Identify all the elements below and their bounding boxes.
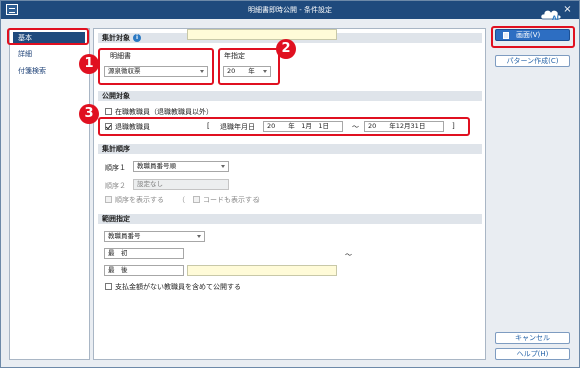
callout-badge-2: 2 — [276, 39, 296, 59]
section-aggregation-title: 集計対象 — [102, 34, 130, 42]
range-first-label: 最 初 — [108, 249, 128, 257]
window-title: 明細書即時公開 - 条件設定 — [248, 6, 332, 14]
svg-text:AI: AI — [552, 15, 559, 22]
range-first-label-box: 最 初 — [104, 248, 184, 259]
paren-close: ） — [257, 196, 264, 204]
range-last-label: 最 後 — [108, 266, 128, 274]
info-icon[interactable]: i — [133, 34, 141, 42]
enrolled-label: 在職教職員（退職教職員以外） — [115, 108, 213, 116]
range-field-select[interactable]: 教職員番号 — [104, 231, 205, 242]
order1-select[interactable]: 教職員番号順 — [133, 161, 229, 172]
help-button[interactable]: ヘルプ(H) — [495, 348, 570, 360]
paren-open: （ — [178, 196, 185, 204]
left-nav: 基本 詳細 付箋検索 — [9, 28, 90, 360]
highlight-document — [98, 48, 214, 85]
nav-item-detail[interactable]: 詳細 — [13, 48, 85, 61]
section-publication-header: 公開対象 — [98, 91, 482, 101]
section-publication-title: 公開対象 — [102, 92, 130, 100]
show-order-label: 順序を表示する — [115, 196, 164, 204]
include-zero-checkbox[interactable] — [105, 283, 112, 290]
range-tilde: ～ — [345, 251, 352, 259]
range-field-select-value: 教職員番号 — [108, 232, 141, 240]
section-range-header: 範囲指定 — [98, 214, 482, 224]
order1-select-value: 教職員番号順 — [137, 162, 176, 170]
show-code-label: コードも表示する — [203, 196, 259, 204]
callout-badge-1: 1 — [79, 54, 99, 74]
section-range-title: 範囲指定 — [102, 215, 130, 223]
order2-label: 順序２ — [105, 182, 126, 190]
pattern-button[interactable]: パターン作成(C) — [495, 55, 570, 67]
title-bar: 明細書即時公開 - 条件設定 × — [1, 1, 579, 19]
nav-item-sticky-search[interactable]: 付箋検索 — [13, 65, 85, 78]
order2-select[interactable]: 設定なし — [133, 179, 229, 190]
ai-cloud-icon: AI — [540, 9, 562, 22]
range-last-field[interactable] — [187, 265, 337, 276]
show-code-checkbox[interactable] — [193, 196, 200, 203]
chevron-down-icon — [197, 235, 201, 238]
callout-badge-3: 3 — [79, 104, 99, 124]
highlight-nav-basic — [7, 28, 89, 45]
range-last-label-box: 最 後 — [104, 265, 184, 276]
highlight-retired-row — [98, 117, 470, 136]
right-pane: 画面(V) パターン作成(C) キャンセル ヘルプ(H) — [489, 28, 575, 360]
cancel-button[interactable]: キャンセル — [495, 332, 570, 344]
dialog-window: 明細書即時公開 - 条件設定 × AI 基本 詳細 付箋検索 集計対象 i 明細書… — [0, 0, 580, 368]
order1-label: 順序１ — [105, 164, 126, 172]
range-first-field[interactable] — [187, 29, 337, 40]
highlight-print-button — [491, 26, 575, 48]
section-order-title: 集計順序 — [102, 145, 130, 153]
chevron-down-icon — [221, 165, 225, 168]
show-order-checkbox[interactable] — [105, 196, 112, 203]
include-zero-label: 支払金額がない教職員を含めて公開する — [115, 283, 241, 291]
enrolled-checkbox[interactable] — [105, 108, 112, 115]
section-order-header: 集計順序 — [98, 144, 482, 154]
close-icon[interactable]: × — [562, 4, 573, 15]
order2-select-value: 設定なし — [137, 180, 163, 188]
highlight-year — [218, 48, 280, 85]
